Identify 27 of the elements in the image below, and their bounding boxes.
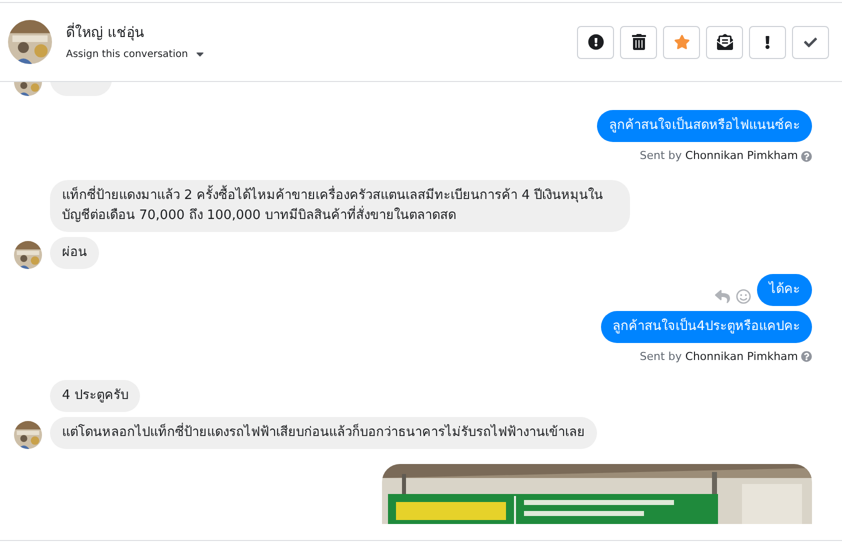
important-button[interactable] bbox=[749, 26, 786, 58]
emoji-icon bbox=[736, 289, 751, 304]
star-button[interactable] bbox=[663, 26, 700, 58]
star-icon bbox=[674, 34, 690, 50]
delete-button[interactable] bbox=[620, 26, 657, 58]
mark-unread-button[interactable] bbox=[706, 26, 743, 58]
spam-button[interactable] bbox=[577, 26, 614, 58]
done-button[interactable] bbox=[792, 26, 829, 58]
message-bubble: ได้คะ bbox=[757, 274, 812, 306]
message-bubble: แท็กซี่ป้ายแดงมาแล้ว 2 ครั้งซื้อได้ไหมค้าขายเครื่องครัวสแตนเลสมีทะเบียนการค้า 4 ปีเงินหมุนในบัญชีต่อเดือน 70,000 ถึง 100,000 บาทมีบิลสินค้าที่สั่งขายในตลาดสด bbox=[50, 180, 630, 232]
alert-icon bbox=[588, 34, 604, 50]
sent-by-label: Sent by Chonnikan Pimkham bbox=[640, 148, 798, 164]
message-bubble: ผ่อน bbox=[50, 236, 99, 268]
check-icon bbox=[804, 36, 817, 48]
message-bubble: ลูกค้าสนใจเป็น4ประตูหรือแคปคะ bbox=[600, 310, 812, 342]
message-bubble: 4 ประตูครับ bbox=[50, 380, 140, 412]
assign-dropdown[interactable]: Assign this conversation bbox=[66, 46, 206, 62]
message-bubble: แต่โดนหลอกไปแท็กซี่ป้ายแดงรถไฟฟ้าเสียบก่อนแล้วก็บอกว่าธนาคารไม่รับรถไฟฟ้างานเข้าเลย bbox=[50, 417, 597, 449]
contact-name: ดี่ใหญ่ แช่อุ่น bbox=[66, 22, 146, 43]
envelope-icon bbox=[716, 34, 732, 50]
help-icon bbox=[801, 351, 812, 362]
avatar bbox=[8, 20, 52, 64]
trash-icon bbox=[630, 34, 646, 50]
help-icon bbox=[801, 150, 812, 162]
message-bubble: ลูกค้าสนใจเป็นสดหรือไฟแนนซ์คะ bbox=[597, 110, 812, 142]
sent-by-label: Sent by Chonnikan Pimkham bbox=[640, 348, 798, 364]
reply-icon bbox=[715, 289, 730, 304]
